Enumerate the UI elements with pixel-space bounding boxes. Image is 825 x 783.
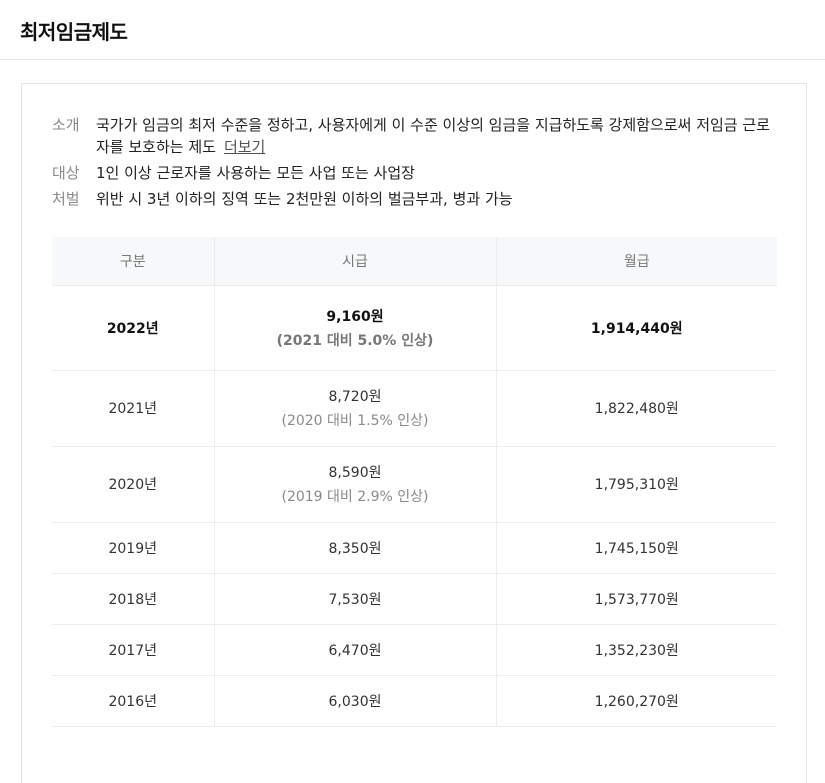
page-title: 최저임금제도 bbox=[20, 20, 128, 44]
year-cell: 2017년 bbox=[52, 624, 214, 676]
hourly-cell: 6,030원 bbox=[213, 675, 496, 727]
hourly-value: 8,590원 bbox=[328, 465, 382, 481]
monthly-cell: 1,745,150원 bbox=[495, 522, 777, 574]
intro-row: 소개 국가가 임금의 최저 수준을 정하고, 사용자에게 이 수준 이상의 임금… bbox=[52, 114, 772, 158]
hourly-cell: 8,350원 bbox=[213, 522, 496, 574]
header-monthly: 월급 bbox=[495, 237, 777, 286]
penalty-row: 처벌 위반 시 3년 이하의 징역 또는 2천만원 이하의 벌금부과, 병과 가… bbox=[52, 188, 772, 210]
hourly-cell: 7,530원 bbox=[213, 573, 496, 625]
table-row: 2016년 6,030원 1,260,270원 bbox=[52, 675, 777, 727]
table-row: 2017년 6,470원 1,352,230원 bbox=[52, 624, 777, 676]
hourly-cell: 9,160원 (2021 대비 5.0% 인상) bbox=[213, 285, 496, 371]
info-section: 소개 국가가 임금의 최저 수준을 정하고, 사용자에게 이 수준 이상의 임금… bbox=[52, 114, 772, 214]
more-link[interactable]: 더보기 bbox=[224, 138, 265, 156]
header-hourly: 시급 bbox=[213, 237, 496, 286]
target-text: 1인 이상 근로자를 사용하는 모든 사업 또는 사업장 bbox=[96, 164, 415, 182]
wage-table: 구분 시급 월급 2022년 9,160원 (2021 대비 5.0% 인상) … bbox=[52, 237, 777, 727]
monthly-cell: 1,822,480원 bbox=[495, 370, 777, 447]
monthly-cell: 1,352,230원 bbox=[495, 624, 777, 676]
hourly-cell: 6,470원 bbox=[213, 624, 496, 676]
intro-label: 소개 bbox=[52, 116, 80, 134]
increase-note: (2021 대비 5.0% 인상) bbox=[276, 332, 434, 349]
target-label: 대상 bbox=[52, 164, 80, 182]
penalty-label: 처벌 bbox=[52, 190, 80, 208]
hourly-value: 8,720원 bbox=[328, 389, 382, 405]
year-cell: 2019년 bbox=[52, 522, 214, 574]
table-row: 2018년 7,530원 1,573,770원 bbox=[52, 573, 777, 625]
intro-text: 국가가 임금의 최저 수준을 정하고, 사용자에게 이 수준 이상의 임금을 지… bbox=[96, 116, 770, 156]
year-cell: 2021년 bbox=[52, 370, 214, 447]
minimum-wage-card: 소개 국가가 임금의 최저 수준을 정하고, 사용자에게 이 수준 이상의 임금… bbox=[21, 83, 807, 783]
increase-note: (2019 대비 2.9% 인상) bbox=[281, 489, 429, 505]
monthly-cell: 1,795,310원 bbox=[495, 446, 777, 523]
table-row: 2020년 8,590원 (2019 대비 2.9% 인상) 1,795,310… bbox=[52, 446, 777, 523]
header-category: 구분 bbox=[52, 237, 214, 286]
monthly-cell: 1,914,440원 bbox=[495, 285, 777, 371]
hourly-cell: 8,590원 (2019 대비 2.9% 인상) bbox=[213, 446, 496, 523]
table-row: 2019년 8,350원 1,745,150원 bbox=[52, 522, 777, 574]
penalty-text: 위반 시 3년 이하의 징역 또는 2천만원 이하의 벌금부과, 병과 가능 bbox=[96, 190, 513, 208]
hourly-value: 9,160원 bbox=[326, 308, 384, 325]
year-cell: 2020년 bbox=[52, 446, 214, 523]
hourly-cell: 8,720원 (2020 대비 1.5% 인상) bbox=[213, 370, 496, 447]
monthly-cell: 1,260,270원 bbox=[495, 675, 777, 727]
year-cell: 2022년 bbox=[52, 285, 214, 371]
year-cell: 2016년 bbox=[52, 675, 214, 727]
year-cell: 2018년 bbox=[52, 573, 214, 625]
table-row: 2022년 9,160원 (2021 대비 5.0% 인상) 1,914,440… bbox=[52, 285, 777, 371]
table-header-row: 구분 시급 월급 bbox=[52, 237, 777, 286]
increase-note: (2020 대비 1.5% 인상) bbox=[281, 413, 429, 429]
header: 최저임금제도 bbox=[0, 0, 825, 60]
monthly-cell: 1,573,770원 bbox=[495, 573, 777, 625]
target-row: 대상 1인 이상 근로자를 사용하는 모든 사업 또는 사업장 bbox=[52, 162, 772, 184]
table-row: 2021년 8,720원 (2020 대비 1.5% 인상) 1,822,480… bbox=[52, 370, 777, 447]
